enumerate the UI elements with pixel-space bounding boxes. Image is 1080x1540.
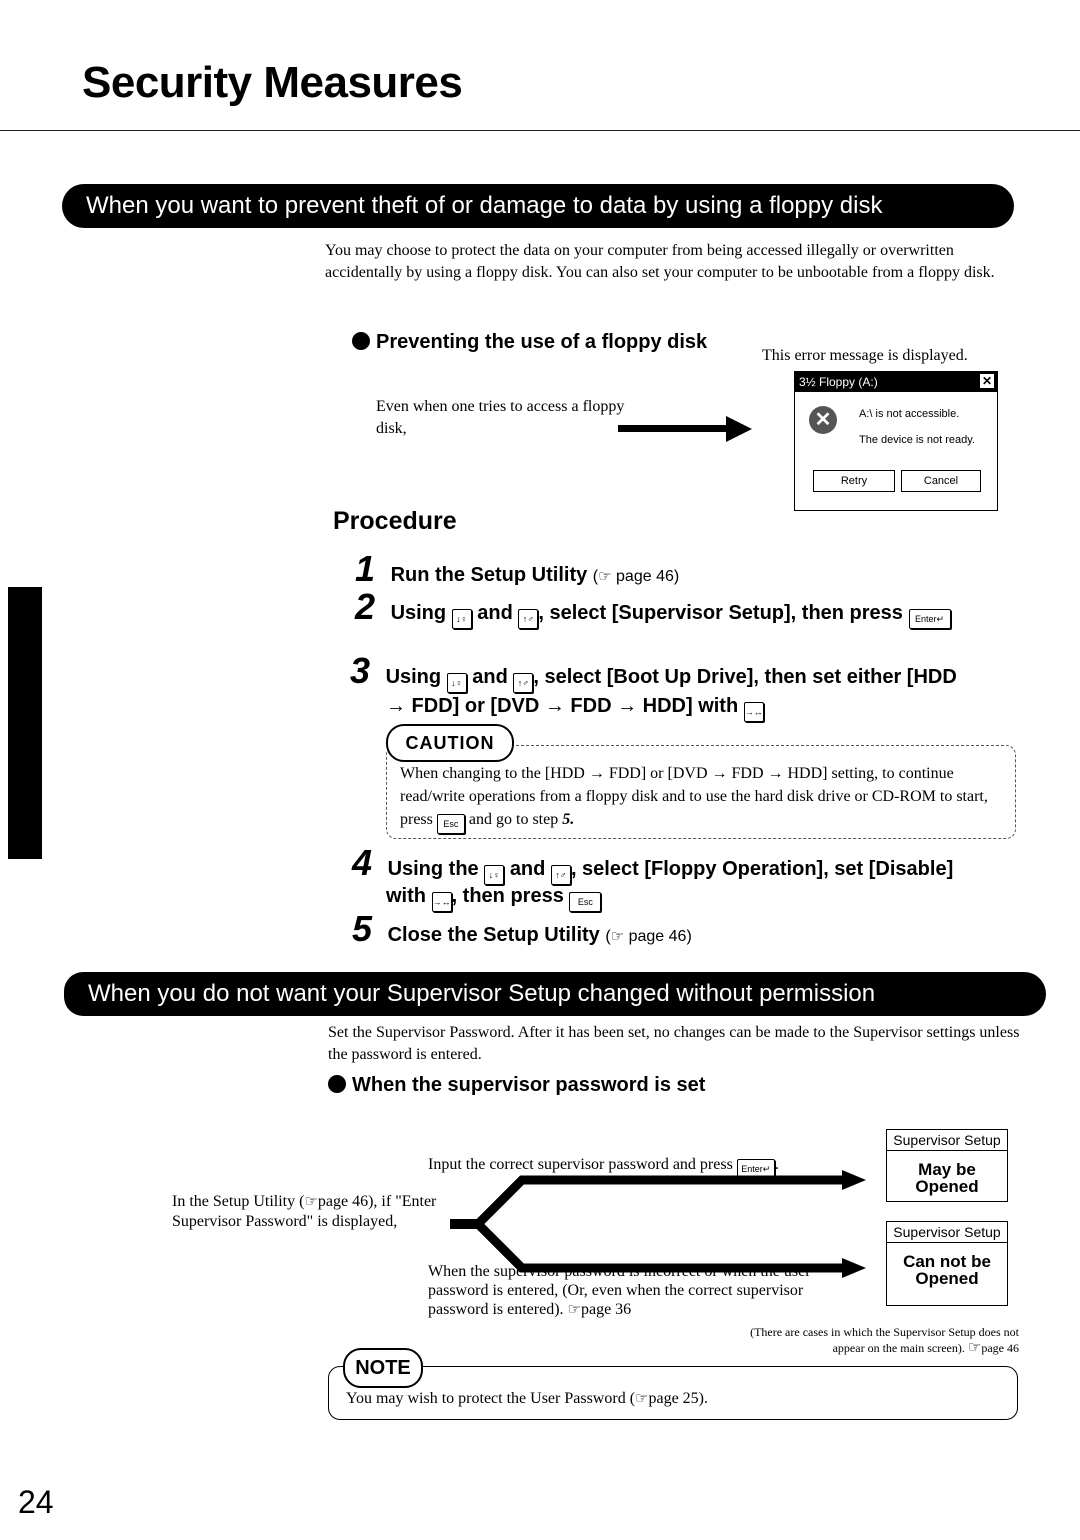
esc-key-icon: Esc xyxy=(436,814,465,834)
pointing-hand-icon: ☞ xyxy=(635,1391,649,1407)
supervisor-setup-cannot-open-box: Supervisor Setup Can not be Opened xyxy=(886,1221,1008,1306)
step-number: 4 xyxy=(352,842,373,883)
dialog-titlebar: 3½ Floppy (A:) ✕ xyxy=(795,372,997,392)
step-number: 1 xyxy=(355,548,376,589)
step-number: 2 xyxy=(355,586,376,627)
step-text: Close the Setup Utility xyxy=(387,924,600,946)
step-text: Using xyxy=(385,666,442,688)
up-arrow-key-icon: ↑♂ xyxy=(518,609,539,629)
pointing-hand-icon: ☞ xyxy=(967,1340,982,1356)
step-3: 3 Using ↓♀ and ↑♂, select [Boot Up Drive… xyxy=(350,650,957,693)
down-arrow-key-icon: ↓♀ xyxy=(451,609,472,629)
chapter-side-tab xyxy=(8,587,42,859)
page-ref[interactable]: page 46 xyxy=(616,568,674,585)
pointing-hand-icon: ☞ xyxy=(598,568,612,585)
step-text: and xyxy=(477,602,513,624)
enter-key-icon: Enter↵ xyxy=(908,609,951,629)
change-key-icon: →↔ xyxy=(743,702,764,722)
subheading-text: When the supervisor password is set xyxy=(352,1074,706,1096)
access-text: Even when one tries to access a floppy d… xyxy=(376,398,625,437)
section2-intro: Set the Supervisor Password. After it ha… xyxy=(328,1024,1020,1063)
error-caption: This error message is displayed. xyxy=(762,347,968,364)
up-arrow-key-icon: ↑♂ xyxy=(550,865,571,885)
page-ref[interactable]: page 46 xyxy=(981,1341,1019,1355)
page-ref[interactable]: page 46), xyxy=(318,1193,378,1210)
section-banner-floppy: When you want to prevent theft of or dam… xyxy=(62,184,1014,228)
footnote: (There are cases in which the Supervisor… xyxy=(727,1324,1019,1356)
bullet-icon xyxy=(328,1075,346,1093)
step-text: → FDD] or [DVD → FDD → HDD] with xyxy=(386,695,739,717)
step-3-line-2: → FDD] or [DVD → FDD → HDD] with →↔ xyxy=(386,695,764,722)
dialog-title: 3½ Floppy (A:) xyxy=(799,375,878,389)
step-text: , then press xyxy=(451,885,564,907)
step-text: Using xyxy=(390,602,447,624)
page-ref[interactable]: page 46 xyxy=(629,928,687,945)
up-arrow-key-icon: ↑♂ xyxy=(513,673,534,693)
cancel-button[interactable]: Cancel xyxy=(901,470,981,492)
arrow-right-icon xyxy=(618,416,752,442)
step-reference: 5. xyxy=(562,811,575,828)
step-5: 5 Close the Setup Utility (☞ page 46) xyxy=(352,908,692,949)
caution-label: CAUTION xyxy=(386,724,514,762)
procedure-title: Procedure xyxy=(333,507,457,535)
page-title: Security Measures xyxy=(82,58,463,107)
caution-text: When changing to the [HDD → FDD] or [DVD… xyxy=(400,762,1010,834)
close-icon[interactable]: ✕ xyxy=(980,374,994,388)
error-dialog: 3½ Floppy (A:) ✕ ✕ A:\ is not accessible… xyxy=(794,371,998,511)
pointing-hand-icon: ☞ xyxy=(304,1194,318,1210)
section1-intro: You may choose to protect the data on yo… xyxy=(325,242,995,281)
step-1: 1 Run the Setup Utility (☞ page 46) xyxy=(355,548,680,589)
note-body: You may wish to protect the User Passwor… xyxy=(346,1390,636,1407)
section-banner-supervisor: When you do not want your Supervisor Set… xyxy=(64,972,1046,1016)
dialog-message-1: A:\ is not accessible. xyxy=(859,408,960,420)
supervisor-setup-status: Can not be Opened xyxy=(903,1252,991,1288)
step-text: and xyxy=(509,858,546,880)
page-ref[interactable]: page 25). xyxy=(648,1390,708,1407)
step-text: Run the Setup Utility xyxy=(390,564,588,586)
step-text: Using the xyxy=(387,858,479,880)
supervisor-setup-header: Supervisor Setup xyxy=(887,1222,1007,1243)
step-text: with xyxy=(386,885,426,907)
step-number: 3 xyxy=(350,650,371,691)
setup-utility-condition: In the Setup Utility (☞page 46), if "Ent… xyxy=(172,1192,452,1232)
supervisor-setup-header: Supervisor Setup xyxy=(887,1130,1007,1151)
error-icon: ✕ xyxy=(809,406,837,434)
supervisor-setup-may-open-box: Supervisor Setup May be Opened xyxy=(886,1129,1008,1202)
bullet-icon xyxy=(352,332,370,350)
lower-branch-text: When the supervisor password is incorrec… xyxy=(428,1262,858,1320)
subheading-supervisor-password: When the supervisor password is set xyxy=(328,1074,705,1097)
step-number: 5 xyxy=(352,908,373,949)
title-divider xyxy=(0,130,1080,131)
note-label: NOTE xyxy=(343,1348,423,1388)
down-arrow-key-icon: ↓♀ xyxy=(446,673,467,693)
subheading-text: Preventing the use of a floppy disk xyxy=(376,331,708,353)
step-text: , select [Boot Up Drive], then set eithe… xyxy=(533,666,957,688)
supervisor-setup-status: May be Opened xyxy=(915,1160,979,1196)
page-ref[interactable]: page 36 xyxy=(581,1301,631,1318)
step-4: 4 Using the ↓♀ and ↑♂, select [Floppy Op… xyxy=(352,842,953,885)
note-text: You may wish to protect the User Passwor… xyxy=(346,1388,708,1410)
dialog-message-2: The device is not ready. xyxy=(859,434,975,446)
pointing-hand-icon: ☞ xyxy=(567,1302,581,1318)
subheading-preventing-floppy: Preventing the use of a floppy disk xyxy=(352,331,707,354)
step-2: 2 Using ↓♀ and ↑♂, select [Supervisor Se… xyxy=(355,586,951,629)
condition-text: In the Setup Utility ( xyxy=(172,1193,305,1210)
step-text: , select [Floppy Operation], set [Disabl… xyxy=(570,858,954,880)
down-arrow-key-icon: ↓♀ xyxy=(484,865,505,885)
caution-body: and go to step xyxy=(468,811,559,828)
step-text: and xyxy=(472,666,508,688)
pointing-hand-icon: ☞ xyxy=(610,928,625,945)
page-number: 24 xyxy=(18,1484,54,1520)
retry-button[interactable]: Retry xyxy=(813,470,895,492)
step-text: , select [Supervisor Setup], then press xyxy=(538,602,903,624)
